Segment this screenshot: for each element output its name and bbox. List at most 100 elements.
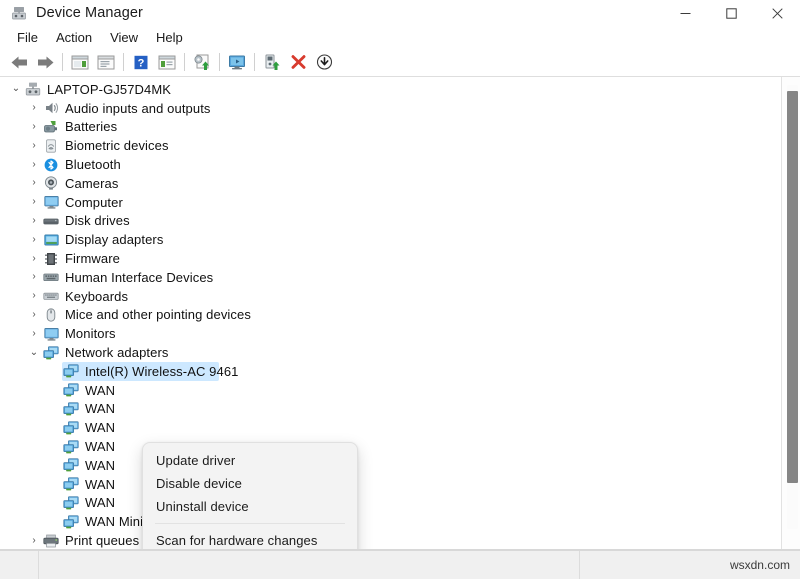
network-adapter-icon <box>62 363 80 379</box>
tree-item-biometric-devices[interactable]: › Biometric devices <box>0 136 781 155</box>
tree-item-label: Network adapters <box>65 345 168 360</box>
context-menu-item-update-driver[interactable]: Update driver <box>143 449 357 472</box>
chevron-right-icon[interactable]: › <box>26 160 42 170</box>
status-cell-right: wsxdn.com <box>580 558 800 572</box>
chevron-right-icon[interactable]: › <box>26 235 42 245</box>
chevron-right-icon[interactable]: › <box>26 536 42 546</box>
tree-item-keyboards[interactable]: › Keyboards <box>0 287 781 306</box>
tree-item-computer[interactable]: › Computer <box>0 193 781 212</box>
chevron-right-icon[interactable]: › <box>26 178 42 188</box>
tree-item-mice-and-other-pointing-devices[interactable]: › Mice and other pointing devices <box>0 306 781 325</box>
chevron-right-icon[interactable]: › <box>26 216 42 226</box>
title-bar: Device Manager <box>0 0 800 26</box>
speaker-icon <box>42 100 60 116</box>
tree-item-display-adapters[interactable]: › Display adapters <box>0 230 781 249</box>
context-menu-separator <box>155 523 345 524</box>
right-pane <box>782 77 800 549</box>
chevron-down-icon[interactable]: ⌄ <box>8 84 24 94</box>
scan-hardware-changes-icon[interactable] <box>224 50 250 74</box>
tree-item-label: Batteries <box>65 119 117 134</box>
tree-item-wan-miniport[interactable]: WAN <box>0 494 781 513</box>
tree-item-label: WAN <box>85 495 115 510</box>
network-adapter-icon <box>62 439 80 455</box>
tree-item-network-adapters[interactable]: ⌄ Network adapters <box>0 343 781 362</box>
tree-item-firmware[interactable]: › Firmware <box>0 249 781 268</box>
maximize-icon[interactable] <box>708 0 754 26</box>
toolbar-separator <box>254 53 255 71</box>
bluetooth-icon <box>42 157 60 173</box>
tree-item-label: WAN <box>85 458 115 473</box>
chevron-down-icon[interactable]: ⌄ <box>26 348 42 358</box>
network-adapter-icon <box>42 345 60 361</box>
menu-view[interactable]: View <box>101 28 147 47</box>
tree-item-audio-inputs-and-outputs[interactable]: › Audio inputs and outputs <box>0 99 781 118</box>
tree-item-disk-drives[interactable]: › Disk drives <box>0 212 781 231</box>
chevron-right-icon[interactable]: › <box>26 122 42 132</box>
tree-item-label: WAN <box>85 477 115 492</box>
tree-item-label: Keyboards <box>65 289 128 304</box>
update-driver-icon[interactable] <box>189 50 215 74</box>
disable-device-icon[interactable] <box>311 50 337 74</box>
scrollbar-thumb[interactable] <box>787 91 798 483</box>
chevron-right-icon[interactable]: › <box>26 197 42 207</box>
tree-item-wan-miniport-sstp[interactable]: WAN Miniport (SSTP) <box>0 512 781 531</box>
menu-action[interactable]: Action <box>47 28 101 47</box>
back-arrow-icon[interactable] <box>6 50 32 74</box>
tree-item-monitors[interactable]: › Monitors <box>0 324 781 343</box>
context-menu-item-uninstall-device[interactable]: Uninstall device <box>143 495 357 518</box>
chevron-right-icon[interactable]: › <box>26 103 42 113</box>
tree-item-batteries[interactable]: › Batteries <box>0 118 781 137</box>
printer-icon <box>42 533 60 549</box>
device-tree[interactable]: ⌄ LAPTOP-GJ57D4MK › <box>0 77 781 549</box>
tree-item-label: WAN <box>85 439 115 454</box>
tree-item-label: WAN <box>85 401 115 416</box>
context-menu-item-scan-for-hardware-changes[interactable]: Scan for hardware changes <box>143 529 357 549</box>
tree-item-wan-miniport[interactable]: WAN <box>0 400 781 419</box>
context-menu-item-disable-device[interactable]: Disable device <box>143 472 357 495</box>
firmware-chip-icon <box>42 251 60 267</box>
context-menu[interactable]: Update driver Disable device Uninstall d… <box>142 442 358 549</box>
properties-icon[interactable] <box>93 50 119 74</box>
menu-file[interactable]: File <box>8 28 47 47</box>
toolbar-separator <box>184 53 185 71</box>
chevron-right-icon[interactable]: › <box>26 141 42 151</box>
tree-item-wan-miniport[interactable]: WAN <box>0 381 781 400</box>
uninstall-device-icon[interactable] <box>285 50 311 74</box>
chevron-right-icon[interactable]: › <box>26 254 42 264</box>
hid-icon <box>42 269 60 285</box>
tree-item-wan-miniport[interactable]: WAN <box>0 418 781 437</box>
display-adapter-icon <box>42 232 60 248</box>
menu-help[interactable]: Help <box>147 28 192 47</box>
camera-icon <box>42 175 60 191</box>
mouse-icon <box>42 307 60 323</box>
minimize-icon[interactable] <box>662 0 708 26</box>
tree-item-bluetooth[interactable]: › Bluetooth <box>0 155 781 174</box>
tree-item-wan-miniport[interactable]: WAN <box>0 437 781 456</box>
network-adapter-icon <box>62 495 80 511</box>
close-icon[interactable] <box>754 0 800 26</box>
chevron-right-icon[interactable]: › <box>26 329 42 339</box>
tree-item-label: Human Interface Devices <box>65 270 213 285</box>
tree-item-print-queues[interactable]: › Print queues <box>0 531 781 549</box>
show-hide-console-tree-icon[interactable] <box>67 50 93 74</box>
tree-item-wan-miniport[interactable]: WAN <box>0 475 781 494</box>
chevron-right-icon[interactable]: › <box>26 310 42 320</box>
chevron-right-icon[interactable]: › <box>26 272 42 282</box>
tree-item-wan-miniport[interactable]: WAN <box>0 456 781 475</box>
view-details-icon[interactable] <box>154 50 180 74</box>
tree-item-label: Mice and other pointing devices <box>65 307 251 322</box>
chevron-right-icon[interactable]: › <box>26 291 42 301</box>
vertical-scrollbar[interactable] <box>787 85 798 529</box>
forward-arrow-icon[interactable] <box>32 50 58 74</box>
tree-item-label: Cameras <box>65 176 118 191</box>
toolbar-separator <box>62 53 63 71</box>
tree-item-root[interactable]: ⌄ LAPTOP-GJ57D4MK <box>0 80 781 99</box>
network-adapter-icon <box>62 476 80 492</box>
help-icon[interactable]: ? <box>128 50 154 74</box>
tree-item-label: WAN <box>85 383 115 398</box>
tree-item-label: Firmware <box>65 251 120 266</box>
tree-item-intel-wireless-ac-9461[interactable]: Intel(R) Wireless-AC 9461 <box>0 362 781 381</box>
tree-item-human-interface-devices[interactable]: › Human Interface Devices <box>0 268 781 287</box>
tree-item-cameras[interactable]: › Cameras <box>0 174 781 193</box>
enable-device-icon[interactable] <box>259 50 285 74</box>
